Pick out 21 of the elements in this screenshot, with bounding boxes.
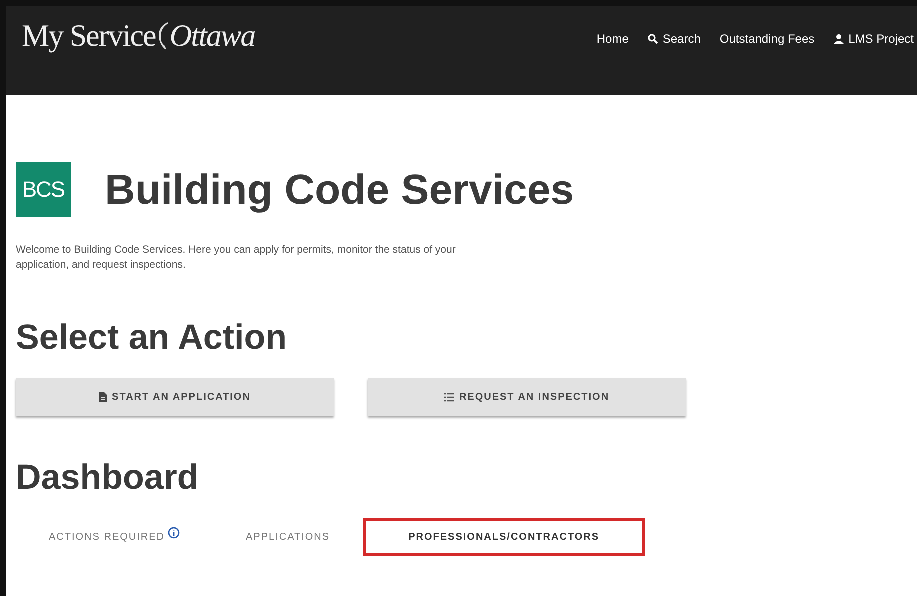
info-icon xyxy=(168,527,180,539)
search-icon xyxy=(648,34,658,44)
document-icon xyxy=(99,392,108,402)
user-icon xyxy=(834,34,844,44)
dashboard-tab[interactable]: APPLICATIONS xyxy=(213,518,364,556)
bcs-logo: BCS xyxy=(16,162,71,217)
nav-link[interactable]: Search xyxy=(648,32,701,46)
nav-link[interactable]: Home xyxy=(596,32,629,46)
action-button[interactable]: START AN APPLICATION xyxy=(16,378,334,416)
logo-text[interactable]: My Service xyxy=(22,18,156,54)
action-button[interactable]: REQUEST AN INSPECTION xyxy=(368,378,686,416)
section-heading: Select an Action xyxy=(16,318,288,358)
page-title: Building Code Services xyxy=(105,166,574,214)
section-heading: Dashboard xyxy=(16,458,200,498)
dashboard-tab[interactable]: ACTIONS REQUIRED xyxy=(16,518,214,556)
dashboard-tab[interactable]: PROFESSIONALS/CONTRACTORS xyxy=(363,518,646,556)
intro-text: Welcome to Building Code Services. Here you can apply for permits, monitor the status of your application, and request inspections. xyxy=(16,243,457,273)
logo-text[interactable]: Ottawa xyxy=(170,18,256,54)
nav-link[interactable]: LMS Project xyxy=(834,32,917,46)
list-icon xyxy=(444,392,454,402)
nav-link[interactable]: Outstanding Fees xyxy=(720,32,815,46)
